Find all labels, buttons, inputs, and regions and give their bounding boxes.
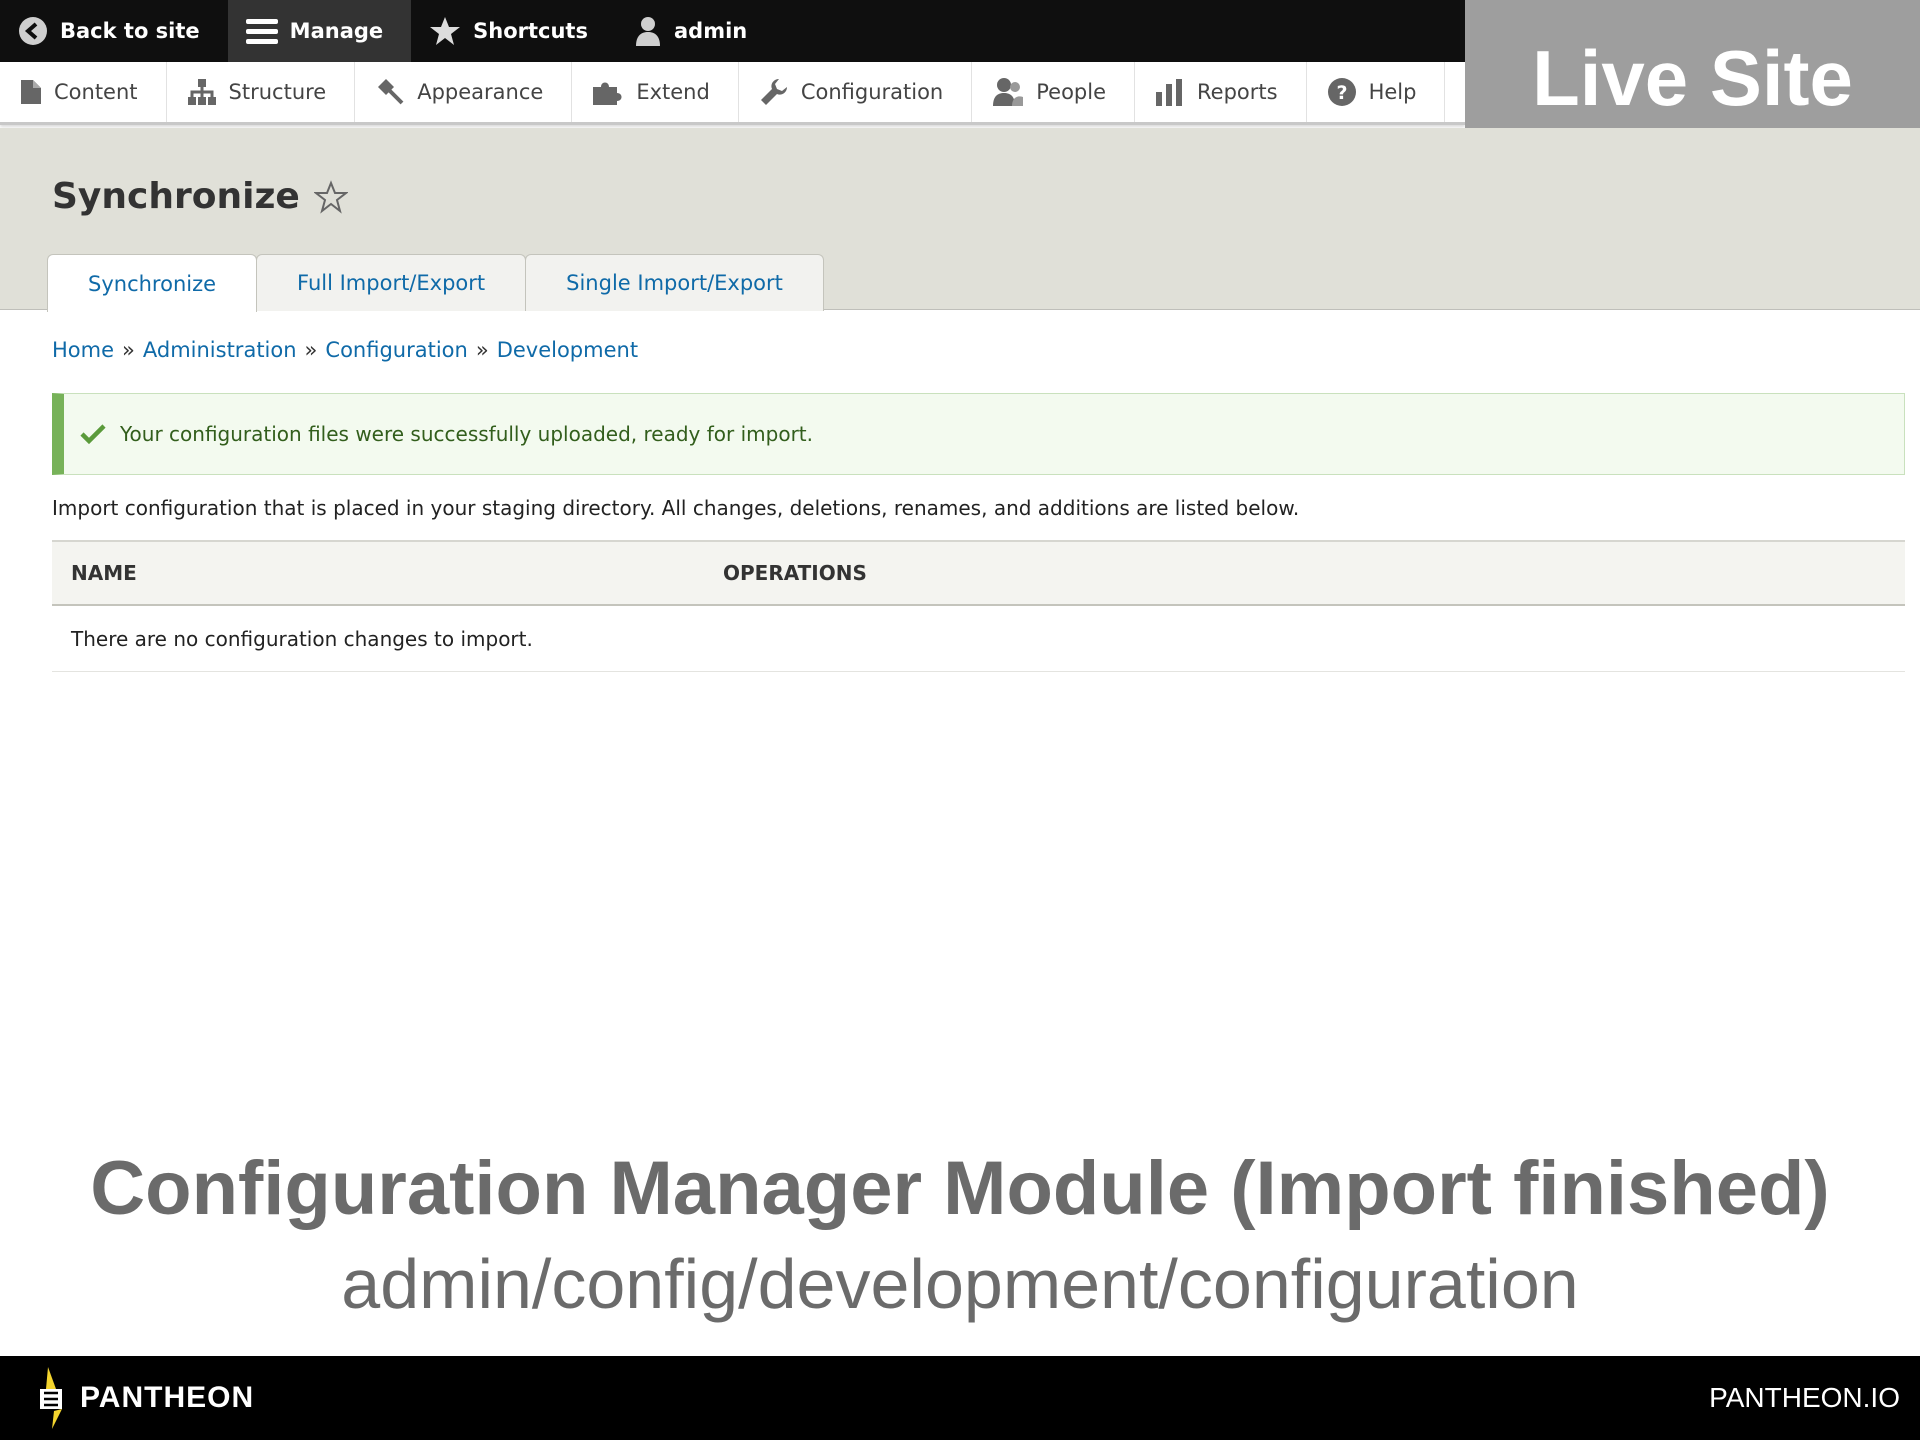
breadcrumb-separator: »: [475, 338, 489, 362]
shortcut-star-icon[interactable]: [313, 179, 348, 214]
bar-chart-icon: [1156, 79, 1183, 106]
status-message-text: Your configuration files were successful…: [120, 422, 813, 446]
document-icon: [21, 80, 41, 104]
tray-item-label: Structure: [228, 80, 327, 104]
tray-item-label: Appearance: [417, 80, 544, 104]
tray-item-label: Reports: [1197, 80, 1278, 104]
svg-text:?: ?: [1336, 82, 1347, 104]
tray-item-content[interactable]: Content: [0, 62, 167, 122]
tray-item-extend[interactable]: Extend: [572, 62, 739, 122]
user-label: admin: [673, 19, 748, 43]
breadcrumb-home[interactable]: Home: [52, 338, 114, 362]
tray-item-label: People: [1036, 80, 1107, 104]
tab-full-import-export[interactable]: Full Import/Export: [256, 254, 527, 311]
pantheon-url: PANTHEON.IO: [1709, 1382, 1900, 1413]
back-to-site-label: Back to site: [60, 19, 200, 43]
help-icon: ?: [1327, 78, 1356, 106]
manage-menu-button[interactable]: Manage: [227, 0, 412, 62]
back-to-site-link[interactable]: Back to site: [0, 0, 228, 62]
tab-single-import-export[interactable]: Single Import/Export: [525, 254, 824, 311]
brush-icon: [378, 79, 404, 105]
structure-icon: [187, 79, 216, 105]
wrench-icon: [760, 79, 787, 105]
admin-toolbar: Back to site Manage Shortcuts admin: [0, 0, 1465, 62]
page-description: Import configuration that is placed in y…: [52, 496, 1300, 520]
breadcrumb-separator: »: [122, 338, 135, 362]
breadcrumb-development[interactable]: Development: [497, 338, 638, 362]
star-icon: [430, 17, 461, 45]
breadcrumb-configuration[interactable]: Configuration: [325, 338, 467, 362]
checkmark-icon: [80, 424, 106, 445]
column-header-operations: OPERATIONS: [723, 561, 867, 585]
tray-item-label: Content: [54, 80, 138, 104]
tray-item-reports[interactable]: Reports: [1135, 62, 1307, 122]
people-icon: [993, 78, 1024, 106]
page-header: Synchronize Synchronize Full Import/Expo…: [0, 128, 1920, 312]
tray-item-label: Configuration: [800, 80, 944, 104]
column-header-name: NAME: [71, 561, 137, 585]
pantheon-logo-icon: [40, 1367, 62, 1429]
page-title: Synchronize: [52, 176, 300, 217]
slide-caption-title: Configuration Manager Module (Import fin…: [90, 1146, 1830, 1231]
table-row-empty: There are no configuration changes to im…: [52, 606, 1905, 672]
primary-tabs: Synchronize Full Import/Export Single Im…: [47, 254, 824, 312]
tray-item-structure[interactable]: Structure: [167, 62, 356, 122]
pantheon-brand: PANTHEON: [38, 1365, 254, 1431]
pantheon-brand-text: PANTHEON: [80, 1381, 255, 1414]
tray-item-help[interactable]: ? Help: [1307, 62, 1446, 122]
back-arrow-icon: [19, 17, 47, 45]
tab-synchronize[interactable]: Synchronize: [47, 254, 258, 312]
slide-footer: PANTHEON PANTHEON.IO: [0, 1356, 1920, 1440]
admin-tray: Content Structure Appearance Extend Conf…: [0, 62, 1465, 125]
tray-item-appearance[interactable]: Appearance: [355, 62, 573, 122]
breadcrumb-separator: »: [304, 338, 318, 362]
tray-item-label: Help: [1368, 80, 1417, 104]
tray-item-configuration[interactable]: Configuration: [739, 62, 973, 122]
table-header: NAME OPERATIONS: [52, 540, 1905, 606]
user-menu-button[interactable]: admin: [616, 0, 775, 62]
breadcrumb-administration[interactable]: Administration: [143, 338, 297, 362]
shortcuts-menu-button[interactable]: Shortcuts: [411, 0, 616, 62]
slide-caption-subtitle: admin/config/development/configuration: [341, 1245, 1579, 1323]
tray-item-people[interactable]: People: [972, 62, 1136, 122]
breadcrumb: Home » Administration » Configuration » …: [52, 338, 638, 362]
puzzle-icon: [593, 82, 622, 105]
status-message: Your configuration files were successful…: [52, 393, 1905, 475]
shortcuts-label: Shortcuts: [473, 19, 588, 43]
config-changes-table: NAME OPERATIONS There are no configurati…: [52, 540, 1905, 672]
user-icon: [635, 17, 660, 46]
manage-label: Manage: [289, 19, 384, 43]
tray-item-label: Extend: [636, 80, 710, 104]
hamburger-icon: [245, 19, 278, 44]
page-title-wrap: Synchronize: [52, 176, 348, 217]
